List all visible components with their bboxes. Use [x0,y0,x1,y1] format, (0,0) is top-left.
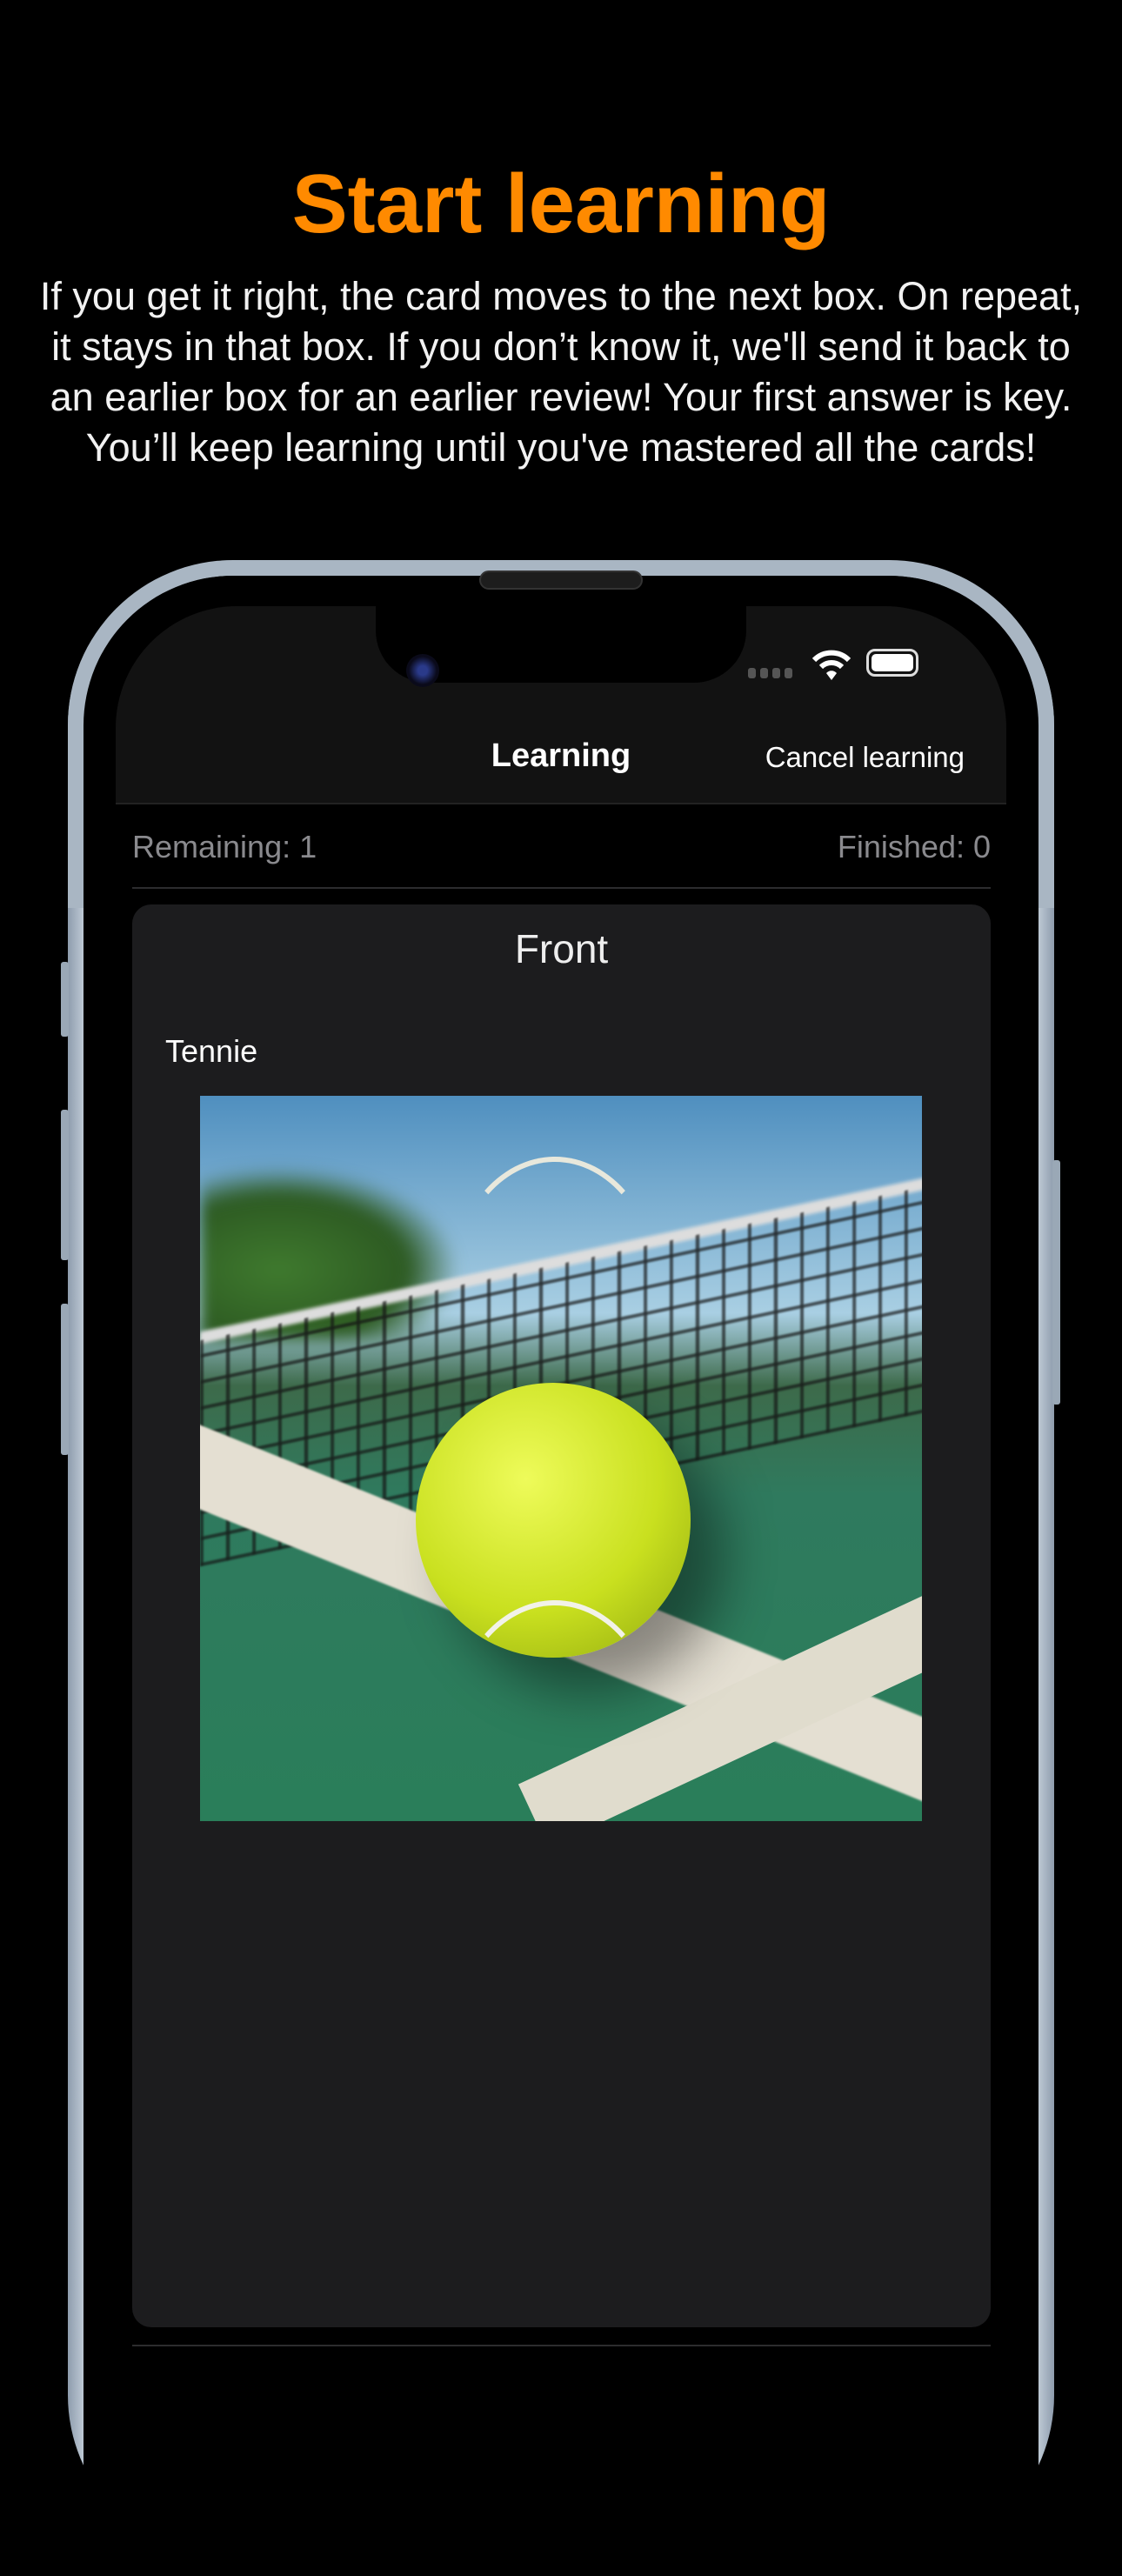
page-title: Start learning [291,157,831,250]
volume-up-button [61,1110,69,1260]
finished-count: Finished: 0 [837,829,991,864]
earpiece-speaker [479,571,643,590]
battery-icon [866,649,918,677]
wifi-icon [811,650,852,680]
action-button [61,962,69,1037]
card-image-tennis-ball [200,1096,922,1821]
divider [132,887,991,889]
signal-icon [748,668,792,678]
notch [376,606,746,687]
phone-screen: Learning Cancel learning Remaining: 1 Fi… [116,606,1006,2519]
power-button [1052,1160,1060,1405]
remaining-count: Remaining: 1 [132,829,317,864]
progress-stats: Remaining: 1 Finished: 0 [132,829,991,865]
flashcard[interactable]: Front Tennie [132,904,991,2327]
card-term: Tennie [165,1033,258,1069]
page-description: If you get it right, the card moves to t… [39,274,1083,470]
divider [132,2345,991,2346]
cancel-learning-button[interactable]: Cancel learning [765,741,965,774]
card-side-label: Front [514,926,609,971]
volume-down-button [61,1304,69,1455]
camera-icon [406,654,439,687]
navigation-bar: Learning Cancel learning [116,606,1006,804]
